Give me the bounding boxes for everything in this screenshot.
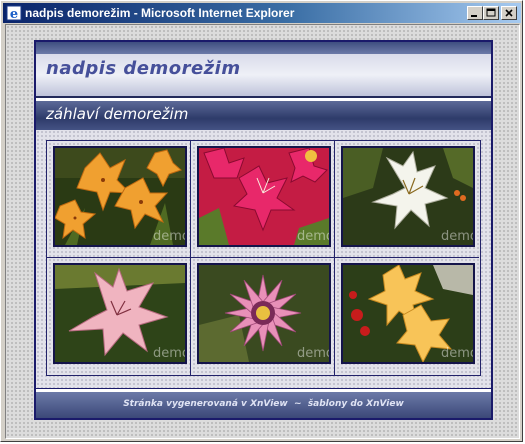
thumbnail-cell: demo xyxy=(47,258,191,375)
minimize-icon xyxy=(471,15,477,17)
maximize-button[interactable] xyxy=(483,6,499,20)
thumbnail-cell: demo xyxy=(47,141,191,258)
footer-prefix: Stránka vygenerovaná v xyxy=(123,399,251,409)
thumbnail-pink-gazania[interactable]: demo xyxy=(197,263,331,364)
section-title: záhlaví demorežim xyxy=(46,105,189,123)
page-footer: Stránka vygenerovaná v XnView ~ šablony … xyxy=(36,392,491,418)
watermark-text: demo xyxy=(441,229,473,244)
xnview-link[interactable]: XnView xyxy=(250,399,288,409)
internet-explorer-icon: e xyxy=(6,5,22,22)
watermark-text: demo xyxy=(297,346,329,361)
gallery-area: demo xyxy=(36,130,491,388)
browser-window: e nadpis demorežim - Microsoft Internet … xyxy=(0,0,523,442)
section-header: záhlaví demorežim xyxy=(36,100,491,130)
watermark-text: demo xyxy=(153,229,185,244)
title-bar[interactable]: e nadpis demorežim - Microsoft Internet … xyxy=(3,3,521,23)
thumbnail-red-lilies[interactable]: demo xyxy=(197,146,331,247)
footer-middle: šablony do xyxy=(307,399,367,409)
svg-text:e: e xyxy=(10,7,18,21)
thumbnail-cell: demo xyxy=(335,141,479,258)
minimize-button[interactable] xyxy=(467,6,483,20)
thumbnail-cell: demo xyxy=(191,141,335,258)
thumbnail-cell: demo xyxy=(191,258,335,375)
gallery-page: nadpis demorežim záhlaví demorežim dem d… xyxy=(34,40,493,420)
header-top-strip xyxy=(36,42,491,54)
maximize-icon xyxy=(486,8,496,17)
watermark-text: demo xyxy=(153,346,185,361)
watermark-text: demo xyxy=(441,346,473,361)
close-button[interactable] xyxy=(501,6,517,20)
thumbnail-orange-lilies[interactable]: demo xyxy=(53,146,187,247)
xnview-templates-link[interactable]: XnView xyxy=(366,399,404,409)
thumbnail-grid: demo xyxy=(46,140,481,376)
header-band: nadpis demorežim xyxy=(36,54,491,98)
window-title: nadpis demorežim - Microsoft Internet Ex… xyxy=(25,6,295,20)
thumbnail-cell: demo xyxy=(335,258,479,375)
thumbnail-pink-lily[interactable]: demo xyxy=(53,263,187,364)
thumbnail-white-lily[interactable]: demo xyxy=(341,146,475,247)
footer-rule xyxy=(36,388,491,391)
footer-separator: ~ xyxy=(287,399,308,409)
site-title: nadpis demorežim xyxy=(46,58,241,79)
thumbnail-yellow-lilies[interactable]: demo xyxy=(341,263,475,364)
close-icon xyxy=(505,9,513,17)
footer-text: Stránka vygenerovaná v XnView ~ šablony … xyxy=(36,399,491,409)
browser-content: nadpis demorežim záhlaví demorežim dem d… xyxy=(5,24,520,439)
watermark-text: demo xyxy=(297,229,329,244)
